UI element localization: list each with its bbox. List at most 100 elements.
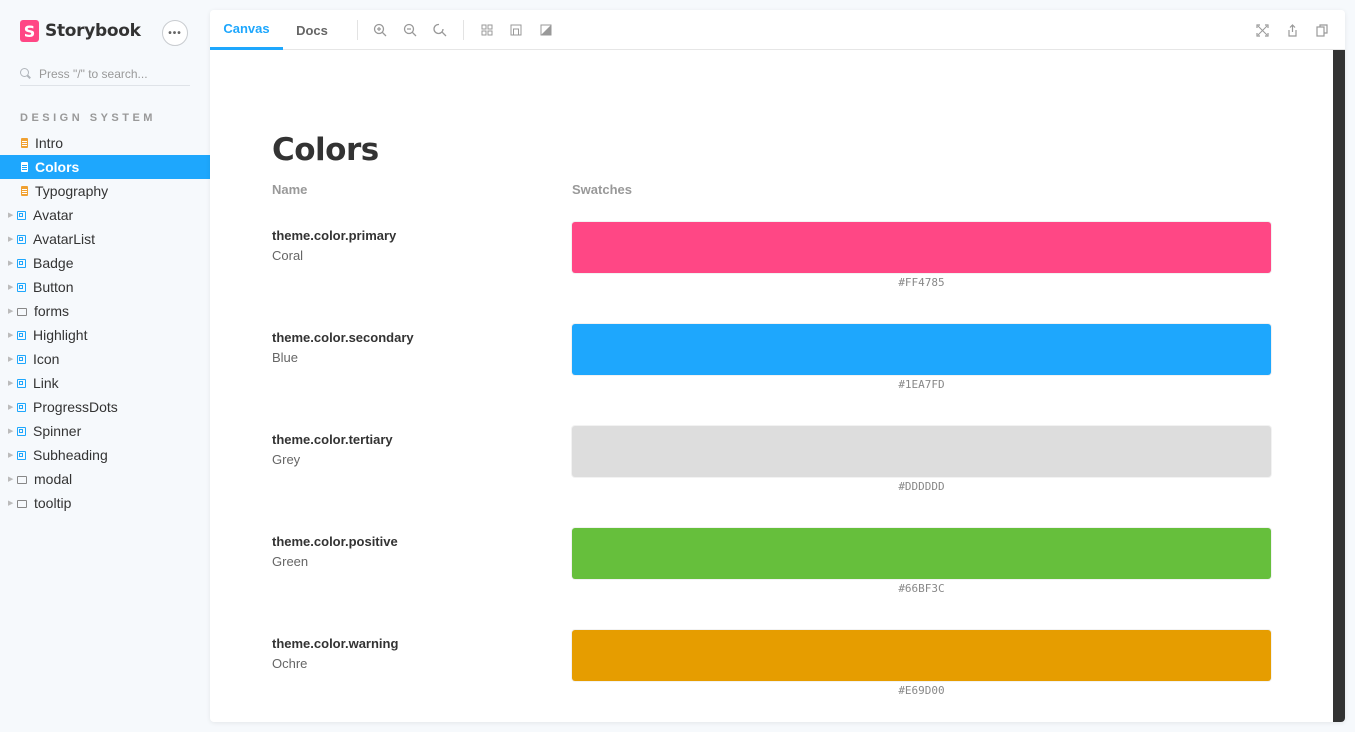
canvas-scrollbar[interactable] <box>1333 50 1345 722</box>
component-icon <box>17 378 26 388</box>
sidebar-item-colors[interactable]: Colors <box>0 155 210 179</box>
sidebar-item-typography[interactable]: Typography <box>0 179 210 203</box>
sidebar-item-label: Typography <box>35 183 109 199</box>
color-description: Grey <box>272 452 301 467</box>
sidebar-item-link[interactable]: ▶ Link <box>0 371 210 395</box>
folder-icon <box>17 307 27 316</box>
sidebar-item-avatarlist[interactable]: ▶ AvatarList <box>0 227 210 251</box>
color-description: Green <box>272 554 309 569</box>
component-icon <box>17 354 26 364</box>
sidebar-item-label: modal <box>34 471 73 487</box>
sidebar-item-subheading[interactable]: ▶ Subheading <box>0 443 210 467</box>
component-icon <box>17 234 26 244</box>
sidebar-item-label: Badge <box>33 255 74 271</box>
sidebar-item-spinner[interactable]: ▶ Spinner <box>0 419 210 443</box>
column-header-name: Name <box>272 182 308 197</box>
contrast-icon[interactable] <box>538 22 554 38</box>
share-icon[interactable] <box>1284 22 1300 38</box>
color-swatch <box>572 426 1271 477</box>
sidebar-item-icon[interactable]: ▶ Icon <box>0 347 210 371</box>
sidebar-item-highlight[interactable]: ▶ Highlight <box>0 323 210 347</box>
folder-icon <box>17 475 27 484</box>
sidebar-item-label: Colors <box>35 159 80 175</box>
color-swatch <box>572 528 1271 579</box>
toolbar-divider <box>463 20 464 40</box>
zoom-reset-icon[interactable] <box>432 22 448 38</box>
sidebar-item-badge[interactable]: ▶ Badge <box>0 251 210 275</box>
sidebar-item-intro[interactable]: Intro <box>0 131 210 155</box>
color-name: theme.color.tertiary <box>272 432 393 447</box>
sidebar-nav: Intro Colors Typography ▶ Avatar ▶ Avata… <box>0 131 210 515</box>
sidebar-item-label: Highlight <box>33 327 88 343</box>
zoom-in-icon[interactable] <box>372 22 388 38</box>
color-name: theme.color.secondary <box>272 330 414 345</box>
document-icon <box>21 162 28 172</box>
sidebar: S Storybook ••• DESIGN SYSTEM Intro Colo… <box>0 0 210 732</box>
color-swatch <box>572 630 1271 681</box>
grid-icon[interactable] <box>479 22 495 38</box>
sidebar-item-label: Button <box>33 279 74 295</box>
color-description: Blue <box>272 350 299 365</box>
component-icon <box>17 330 26 340</box>
sidebar-item-progressdots[interactable]: ▶ ProgressDots <box>0 395 210 419</box>
component-icon <box>17 258 26 268</box>
sidebar-item-label: ProgressDots <box>33 399 118 415</box>
color-hex: #66BF3C <box>898 582 945 595</box>
sidebar-menu-button[interactable]: ••• <box>162 20 188 46</box>
sidebar-item-label: Link <box>33 375 59 391</box>
page-title: Colors <box>272 132 379 168</box>
chevron-right-icon: ▶ <box>8 332 14 339</box>
outline-icon[interactable] <box>508 22 524 38</box>
copy-link-icon[interactable] <box>1314 22 1330 38</box>
color-swatch <box>572 222 1271 273</box>
chevron-right-icon: ▶ <box>8 428 14 435</box>
chevron-right-icon: ▶ <box>8 260 14 267</box>
main-panel: Canvas Docs Colors Name Swatches theme.c… <box>210 10 1345 722</box>
component-icon <box>17 210 26 220</box>
sidebar-item-forms[interactable]: ▶ forms <box>0 299 210 323</box>
chevron-right-icon: ▶ <box>8 308 14 315</box>
section-title: DESIGN SYSTEM <box>20 112 156 124</box>
sidebar-item-avatar[interactable]: ▶ Avatar <box>0 203 210 227</box>
sidebar-item-label: forms <box>34 303 69 319</box>
toolbar: Canvas Docs <box>210 10 1345 50</box>
document-icon <box>21 138 28 148</box>
sidebar-item-button[interactable]: ▶ Button <box>0 275 210 299</box>
component-icon <box>17 450 26 460</box>
chevron-right-icon: ▶ <box>8 380 14 387</box>
brand[interactable]: S Storybook <box>20 19 141 43</box>
component-icon <box>17 282 26 292</box>
folder-icon <box>17 499 27 508</box>
zoom-out-icon[interactable] <box>402 22 418 38</box>
chevron-right-icon: ▶ <box>8 356 14 363</box>
fullscreen-icon[interactable] <box>1254 22 1270 38</box>
app-title: Storybook <box>45 21 141 41</box>
sidebar-item-label: Intro <box>35 135 64 151</box>
sidebar-item-label: Spinner <box>33 423 82 439</box>
chevron-right-icon: ▶ <box>8 500 14 507</box>
color-name: theme.color.positive <box>272 534 398 549</box>
color-description: Ochre <box>272 656 308 671</box>
search-input[interactable] <box>39 66 179 81</box>
chevron-right-icon: ▶ <box>8 404 14 411</box>
component-icon <box>17 426 26 436</box>
sidebar-item-label: Subheading <box>33 447 108 463</box>
chevron-right-icon: ▶ <box>8 236 14 243</box>
sidebar-item-label: AvatarList <box>33 231 95 247</box>
color-hex: #1EA7FD <box>898 378 945 391</box>
color-swatch <box>572 324 1271 375</box>
storybook-logo-icon: S <box>20 20 39 42</box>
chevron-right-icon: ▶ <box>8 284 14 291</box>
tab-docs[interactable]: Docs <box>283 10 341 50</box>
search-box <box>20 62 190 86</box>
sidebar-item-label: Avatar <box>33 207 74 223</box>
color-hex: #FF4785 <box>898 276 945 289</box>
color-description: Coral <box>272 248 304 263</box>
tab-canvas[interactable]: Canvas <box>210 10 283 50</box>
search-icon <box>20 68 31 79</box>
chevron-right-icon: ▶ <box>8 212 14 219</box>
color-hex: #E69D00 <box>898 684 945 697</box>
sidebar-item-modal[interactable]: ▶ modal <box>0 467 210 491</box>
sidebar-item-tooltip[interactable]: ▶ tooltip <box>0 491 210 515</box>
toolbar-divider <box>357 20 358 40</box>
